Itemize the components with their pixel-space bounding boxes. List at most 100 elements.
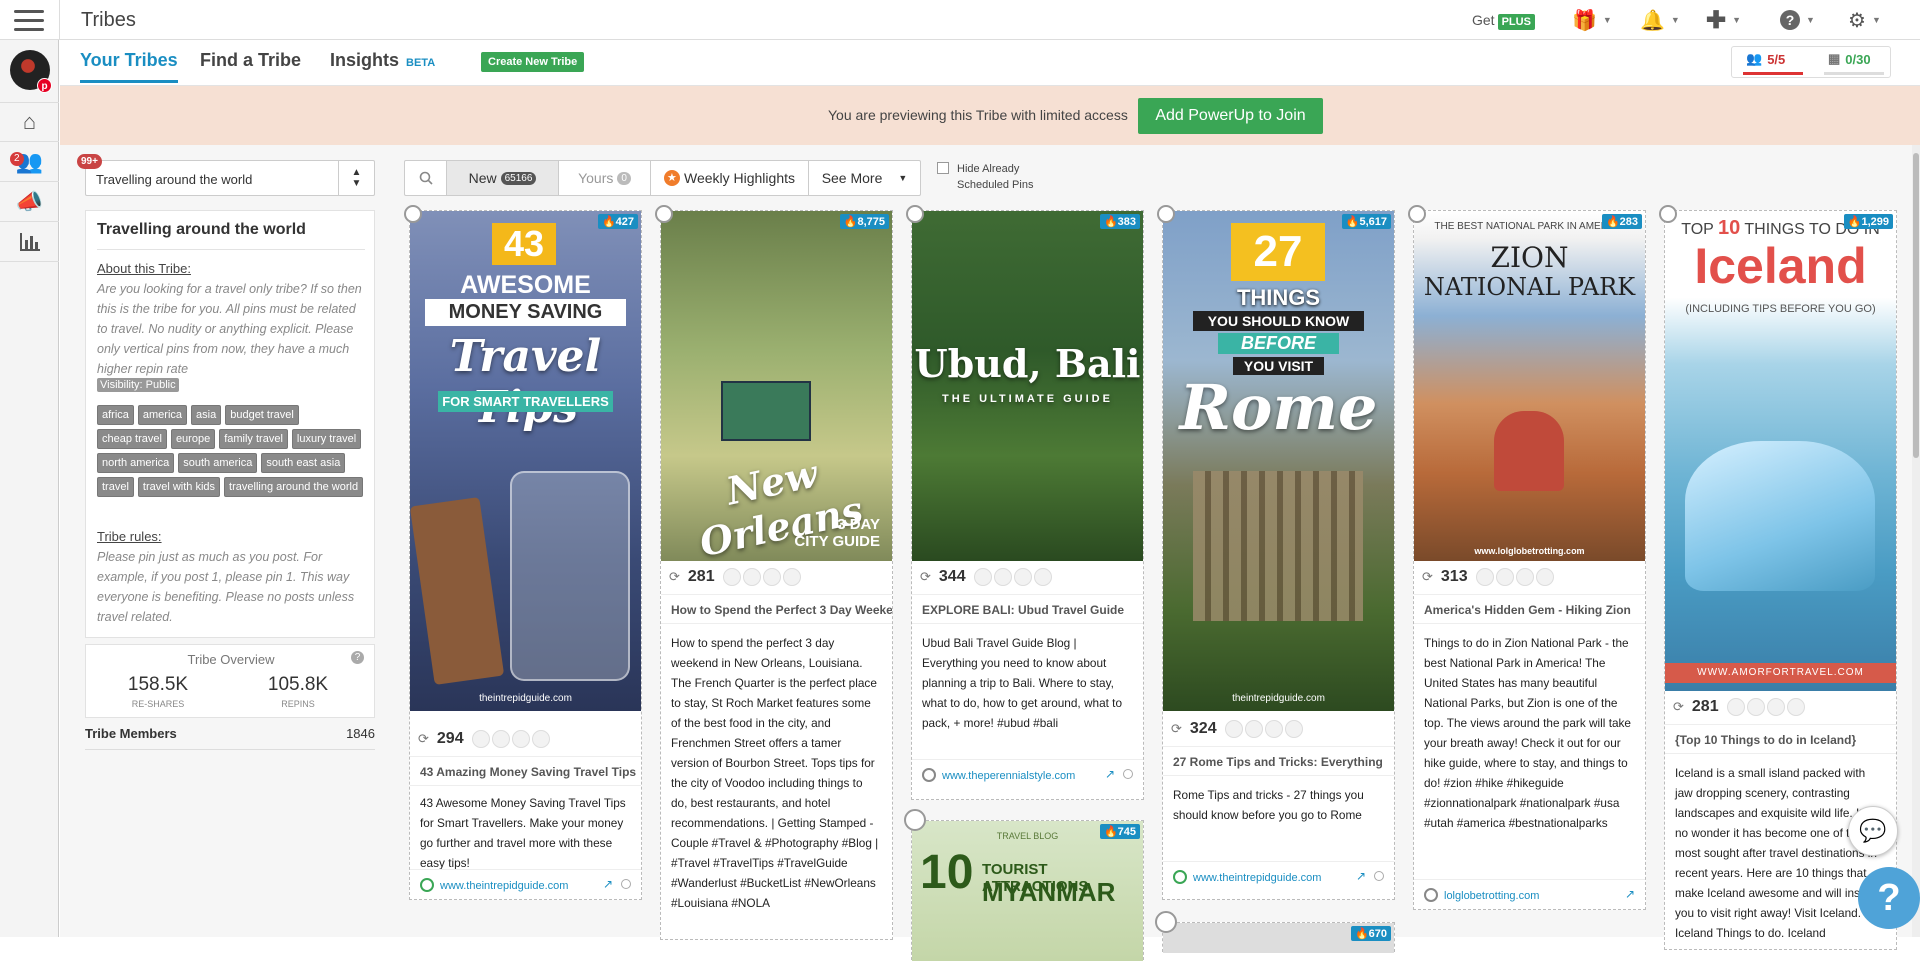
tag[interactable]: family travel [219, 429, 288, 449]
member-limit: 👥 5/5 [1746, 51, 1786, 67]
tag[interactable]: europe [170, 429, 216, 449]
external-link-icon[interactable]: ↗ [603, 877, 613, 891]
pin-card[interactable]: Ubud, Bali THE ULTIMATE GUIDE 🔥383 ⟳ 344 … [906, 205, 1144, 800]
get-plus-link[interactable]: Get PLUS [1472, 12, 1535, 30]
notifications-bell-icon[interactable]: 🔔 ▼ [1640, 8, 1680, 32]
pin-link[interactable]: www.theintrepidguide.com ↗ [410, 869, 641, 899]
score-badge: 🔥670 [1350, 926, 1391, 941]
gear-icon[interactable] [1374, 871, 1384, 881]
filter-new[interactable]: New 65166 [447, 161, 559, 195]
tag[interactable]: cheap travel [97, 429, 167, 449]
hide-scheduled-label: Hide Already Scheduled Pins [957, 163, 1034, 191]
pin-card[interactable]: New Orleans 3 DAY CITY GUIDE 🔥8,775 ⟳ 281 … [655, 205, 893, 940]
add-powerup-button[interactable]: Add PowerUp to Join [1138, 98, 1323, 134]
home-icon[interactable]: ⌂ [0, 102, 59, 142]
pin-link[interactable]: www.theperennialstyle.com ↗ [912, 759, 1143, 789]
link-icon [922, 768, 936, 782]
repin-icon: ⟳ [1673, 699, 1684, 714]
pin-image[interactable]: 27 THINGS YOU SHOULD KNOW BEFORE YOU VIS… [1163, 211, 1394, 711]
add-plus-icon[interactable]: ✚ ▼ [1706, 7, 1741, 34]
pin-description: Rome Tips and tricks - 27 things you sho… [1173, 788, 1364, 822]
tag[interactable]: luxury travel [291, 429, 362, 449]
left-sidebar: p ⌂ 👥 2 📣 [0, 40, 59, 937]
pin-title[interactable]: EXPLORE BALI: Ubud Travel Guide [912, 594, 1143, 624]
page-scrollbar[interactable] [1912, 145, 1920, 937]
tag[interactable]: america [137, 405, 188, 425]
tab-find-a-tribe[interactable]: Find a Tribe [200, 50, 301, 71]
help-question-icon[interactable]: ? ▼ [1780, 8, 1815, 32]
tag[interactable]: travel [97, 477, 134, 497]
search-button[interactable] [405, 161, 447, 195]
pin-image[interactable]: 🔥670 [1163, 923, 1394, 953]
gift-icon[interactable]: 🎁 ▼ [1572, 8, 1612, 32]
pin-link[interactable]: www.theintrepidguide.com ↗ [1163, 861, 1394, 891]
select-circle[interactable] [1408, 205, 1426, 223]
select-circle[interactable] [906, 205, 924, 223]
pin-title[interactable]: 43 Amazing Money Saving Travel Tips [410, 756, 641, 786]
pin-image[interactable]: New Orleans 3 DAY CITY GUIDE 🔥8,775 [661, 211, 892, 565]
tag[interactable]: south east asia [261, 453, 346, 473]
analytics-chart-icon[interactable] [0, 222, 59, 262]
pin-image[interactable]: THE BEST NATIONAL PARK IN AMERICA ZION N… [1414, 211, 1645, 561]
tribe-members-row[interactable]: Tribe Members 1846 [85, 724, 375, 750]
pin-link[interactable]: lolglobetrotting.com ↗ [1414, 879, 1645, 909]
repin-row: ⟳ 313 [1422, 565, 1554, 589]
pin-image[interactable]: TOP 10 THINGS TO DO IN Iceland (INCLUDIN… [1665, 211, 1896, 691]
colosseum-illustration [1193, 471, 1363, 621]
pin-image[interactable]: 43 AWESOME MONEY SAVING Travel Tips FOR … [409, 211, 641, 711]
pin-description: Things to do in Zion National Park - the… [1424, 636, 1631, 830]
overview-help-icon[interactable]: ? [351, 651, 364, 664]
megaphone-icon[interactable]: 📣 [0, 182, 59, 222]
pin-title[interactable]: How to Spend the Perfect 3 Day Weekend [661, 594, 892, 624]
tab-your-tribes[interactable]: Your Tribes [80, 50, 178, 83]
tag[interactable]: south america [178, 453, 258, 473]
pin-card[interactable]: 🔥670 [1155, 911, 1395, 953]
visibility-badge: Visibility: Public [97, 378, 179, 392]
beta-label: BETA [406, 57, 436, 69]
repin-row: ⟳ 294 [418, 727, 550, 751]
select-circle[interactable] [404, 205, 422, 223]
pin-card[interactable]: TRAVEL BLOG 10 TOURIST ATTRACTIONS MYANM… [904, 809, 1144, 961]
tag[interactable]: asia [191, 405, 222, 425]
pin-image[interactable]: Ubud, Bali THE ULTIMATE GUIDE 🔥383 [912, 211, 1143, 561]
select-circle[interactable] [1157, 205, 1175, 223]
gear-icon[interactable] [621, 879, 631, 889]
select-circle[interactable] [904, 809, 926, 831]
create-new-tribe-button[interactable]: Create New Tribe [481, 52, 585, 72]
pin-card[interactable]: 27 THINGS YOU SHOULD KNOW BEFORE YOU VIS… [1157, 205, 1395, 900]
pin-title[interactable]: 27 Rome Tips and Tricks: Everything [1163, 746, 1394, 776]
tribes-people-icon[interactable]: 👥 2 [0, 142, 59, 182]
select-circle[interactable] [655, 205, 673, 223]
hamburger-menu-icon[interactable] [14, 10, 44, 32]
about-heading: About this Tribe: [97, 261, 191, 276]
tribe-selector[interactable]: Travelling around the world ▲ ▼ [85, 160, 375, 196]
tag[interactable]: travel with kids [137, 477, 221, 497]
pin-image[interactable]: TRAVEL BLOG 10 TOURIST ATTRACTIONS MYANM… [912, 821, 1143, 961]
filter-yours[interactable]: Yours 0 [559, 161, 651, 195]
pin-card[interactable]: 43 AWESOME MONEY SAVING Travel Tips FOR … [404, 205, 642, 900]
tag[interactable]: budget travel [225, 405, 299, 425]
select-circle[interactable] [1659, 205, 1677, 223]
select-circle[interactable] [1155, 911, 1177, 933]
hide-scheduled-checkbox[interactable] [937, 162, 949, 174]
pin-card[interactable]: THE BEST NATIONAL PARK IN AMERICA ZION N… [1408, 205, 1646, 910]
members-icon: 👥 [1746, 51, 1763, 66]
external-link-icon[interactable]: ↗ [1356, 869, 1366, 883]
repin-icon: ⟳ [1422, 569, 1433, 584]
tab-insights[interactable]: Insights BETA [330, 50, 435, 71]
see-more-dropdown[interactable]: See More ▼ [809, 161, 920, 195]
tag[interactable]: north america [97, 453, 175, 473]
tag[interactable]: travelling around the world [224, 477, 364, 497]
settings-gear-icon[interactable]: ⚙ ▼ [1848, 8, 1881, 32]
tag[interactable]: africa [97, 405, 134, 425]
tribe-limits: 👥 5/5 ▦ 0/30 [1731, 46, 1891, 78]
gear-icon[interactable] [1123, 769, 1133, 779]
new-count: 65166 [500, 171, 537, 185]
external-link-icon[interactable]: ↗ [1625, 887, 1635, 901]
weekly-highlights-button[interactable]: ★ Weekly Highlights [651, 161, 809, 195]
chat-icon[interactable]: 💬 [1848, 806, 1898, 856]
help-fab-icon[interactable]: ? [1858, 867, 1920, 929]
pin-title[interactable]: America's Hidden Gem - Hiking Zion [1414, 594, 1645, 624]
external-link-icon[interactable]: ↗ [1105, 767, 1115, 781]
pin-title[interactable]: {Top 10 Things to do in Iceland} [1665, 724, 1896, 754]
